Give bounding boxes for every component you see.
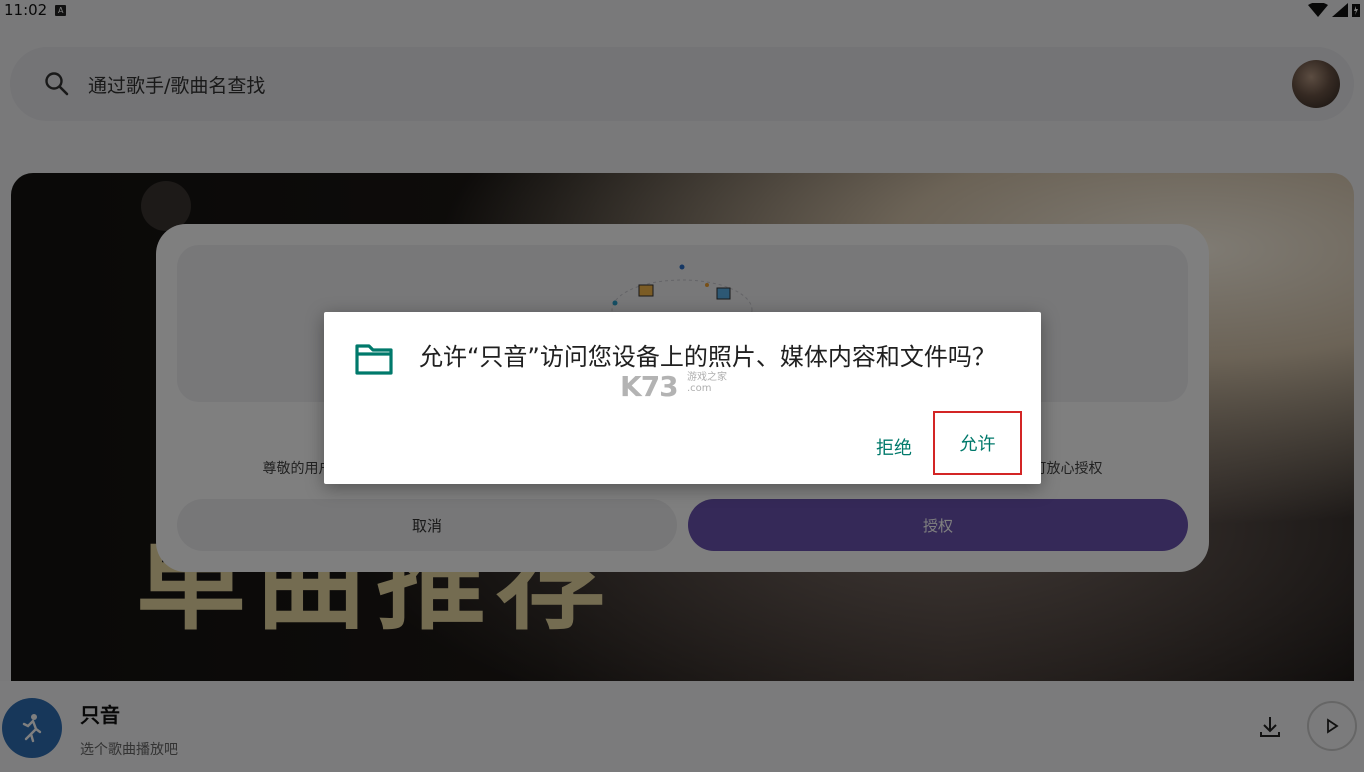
folder-icon — [355, 344, 393, 375]
watermark-logo: K73 — [620, 370, 679, 403]
system-permission-dialog: 允许“只音”访问您设备上的照片、媒体内容和文件吗？ 拒绝 允许 — [324, 312, 1041, 484]
watermark-text: 游戏之家 .com — [687, 372, 727, 394]
watermark-line-1: 游戏之家 — [687, 372, 727, 383]
permission-message: 允许“只音”访问您设备上的照片、媒体内容和文件吗？ — [419, 343, 996, 371]
deny-button[interactable]: 拒绝 — [864, 427, 924, 467]
watermark-line-2: .com — [687, 383, 712, 394]
allow-button[interactable]: 允许 — [933, 411, 1022, 475]
